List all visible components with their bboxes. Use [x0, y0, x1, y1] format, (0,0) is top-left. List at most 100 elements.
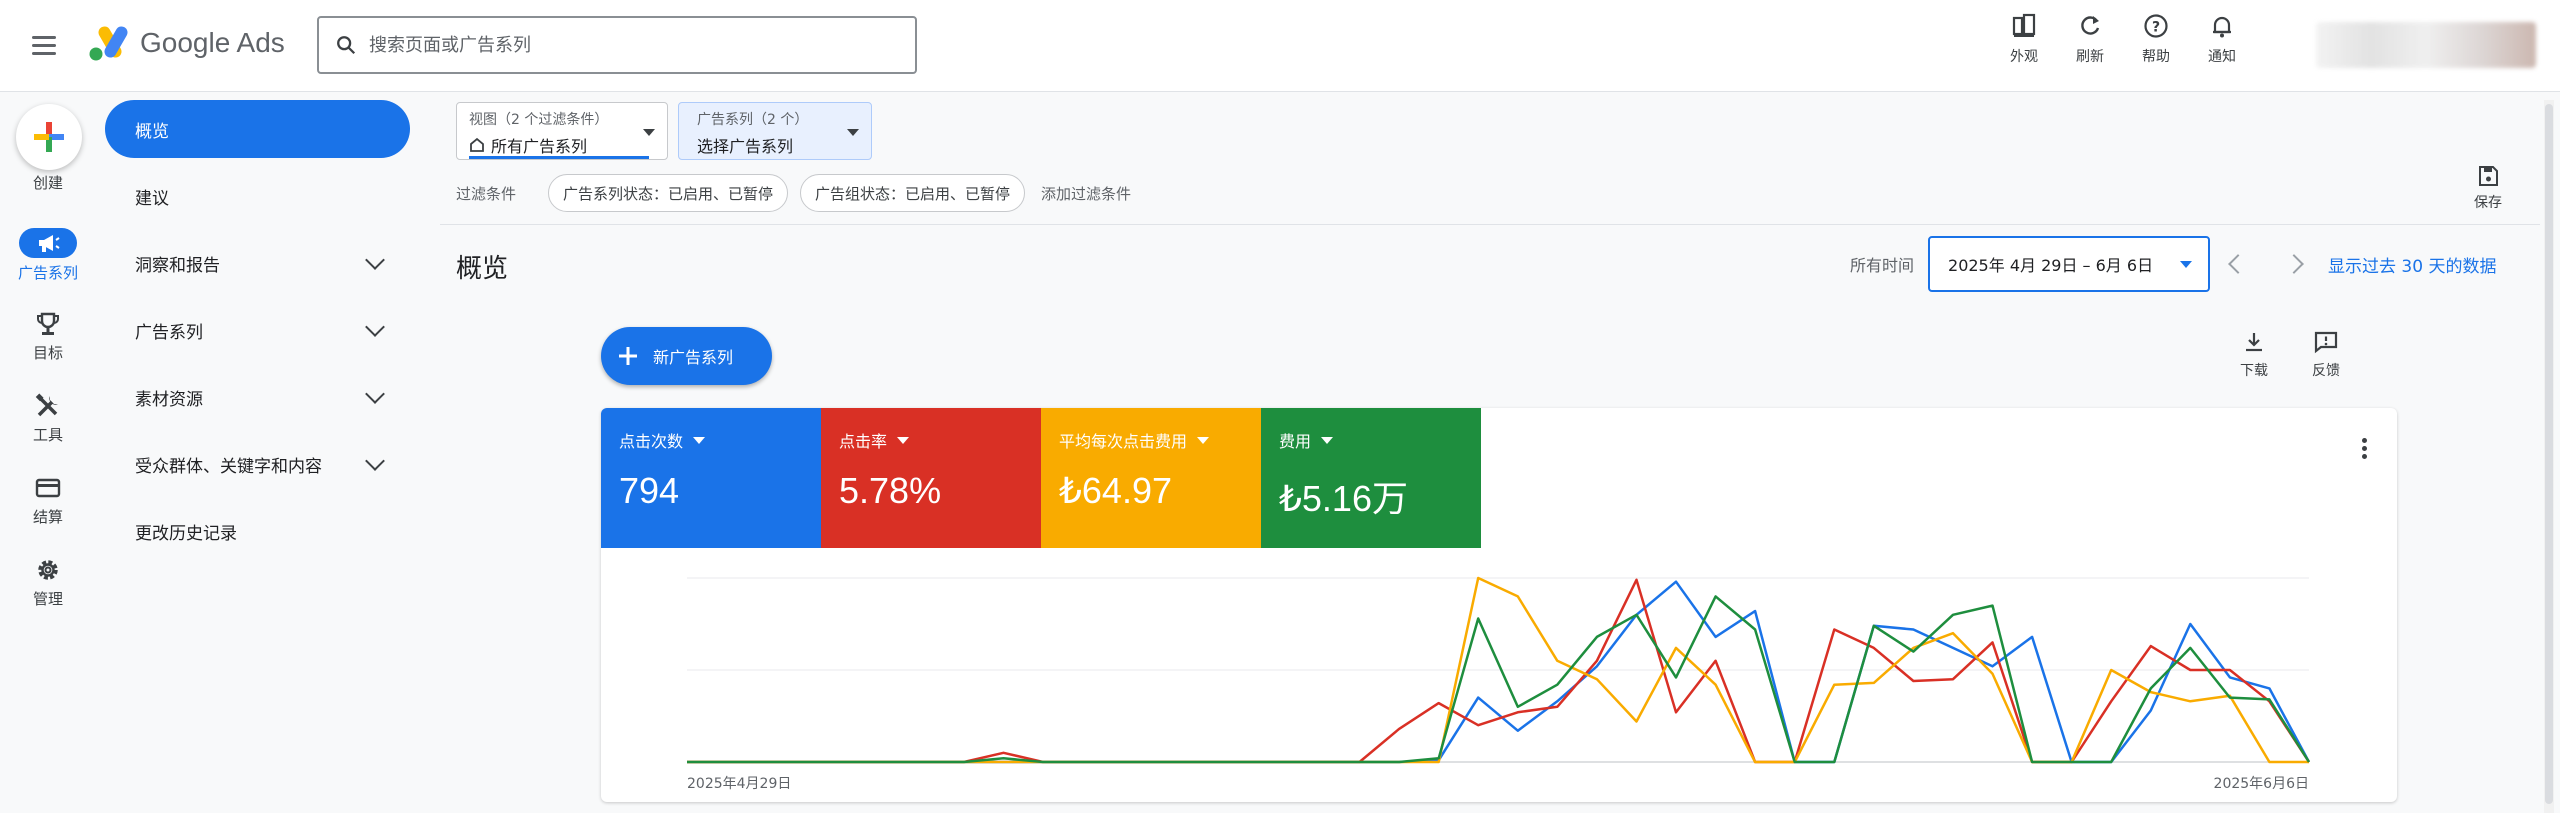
create-button[interactable]: [16, 104, 82, 170]
overview-performance-card: 点击次数 794 点击率 5.78% 平均每次点击费用 ₺64.97 费用 ₺5…: [601, 408, 2397, 802]
google-ads-logo[interactable]: Google Ads: [88, 24, 285, 62]
metric-tile-ctr[interactable]: 点击率 5.78%: [821, 408, 1041, 548]
nav-item-label: 受众群体、关键字和内容: [135, 456, 322, 477]
bell-icon: [2213, 16, 2231, 38]
plus-icon: [34, 122, 64, 152]
campaign-caption: 广告系列（2 个）: [697, 112, 809, 128]
rail-item-admin[interactable]: 管理: [0, 556, 96, 609]
view-selector[interactable]: 视图（2 个过滤条件） 所有广告系列: [456, 102, 668, 160]
nav-item-campaigns[interactable]: 广告系列: [105, 301, 410, 359]
gear-icon: [38, 560, 58, 580]
scrollbar-thumb[interactable]: [2545, 104, 2553, 804]
view-underline: [469, 156, 649, 159]
refresh-button[interactable]: 刷新: [2066, 12, 2114, 66]
save-icon: [2479, 166, 2498, 186]
hamburger-menu-icon[interactable]: [32, 30, 62, 60]
filter-chip-campaign-status[interactable]: 广告系列状态：已启用、已暂停: [548, 174, 789, 212]
appearance-label: 外观: [2010, 49, 2038, 65]
page-scrollbar[interactable]: [2544, 100, 2554, 813]
appearance-icon: [2012, 13, 2036, 37]
metric-tile-avg-cpc[interactable]: 平均每次点击费用 ₺64.97: [1041, 408, 1261, 548]
chart-series-line-3: [687, 595, 2311, 764]
chart-series-line-1: [687, 578, 2311, 764]
left-rail: 创建 广告系列 目标 工具 结算 管理: [0, 92, 96, 813]
rail-campaigns-label: 广告系列: [17, 264, 78, 282]
filter-chips-row: 过滤条件 广告系列状态：已启用、已暂停 广告组状态：已启用、已暂停 添加过滤条件: [456, 174, 1131, 212]
chevron-down-icon: [365, 250, 385, 270]
metric-value: ₺64.97: [1059, 470, 1172, 511]
help-button[interactable]: ? 帮助: [2132, 12, 2180, 66]
metric-name: 点击率: [839, 432, 888, 451]
help-icon: ?: [2144, 14, 2168, 38]
appearance-button[interactable]: 外观: [2000, 12, 2048, 66]
notifications-button[interactable]: 通知: [2198, 12, 2246, 66]
chevron-left-icon: [2228, 254, 2248, 274]
side-nav: 概览 建议 洞察和报告 广告系列 素材资源 受众群体、关键字和内容 更改历史记录: [105, 100, 410, 569]
nav-item-assets[interactable]: 素材资源: [105, 368, 410, 426]
feedback-icon: [2314, 331, 2338, 354]
dropdown-arrow-icon: [897, 436, 910, 444]
nav-item-label: 洞察和报告: [135, 255, 220, 276]
notifications-label: 通知: [2208, 49, 2236, 65]
prev-date-button[interactable]: [2210, 254, 2266, 274]
rail-admin-label: 管理: [32, 590, 63, 608]
search-input[interactable]: [369, 34, 889, 56]
date-range-value: 2025年 4月 29日 – 6月 6日: [1948, 256, 2154, 275]
chevron-down-icon: [365, 384, 385, 404]
show-last-30-days-link[interactable]: 显示过去 30 天的数据: [2328, 252, 2496, 277]
add-filter-link[interactable]: 添加过滤条件: [1041, 183, 1131, 204]
nav-item-label: 素材资源: [135, 389, 203, 410]
rail-item-campaigns[interactable]: 广告系列: [0, 228, 96, 283]
campaign-selector[interactable]: 广告系列（2 个） 选择广告系列: [678, 102, 872, 160]
nav-item-insights-reports[interactable]: 洞察和报告: [105, 234, 410, 292]
home-icon: [470, 137, 484, 152]
billing-icon: [35, 478, 61, 498]
metric-name: 点击次数: [619, 432, 684, 451]
dropdown-arrow-icon: [847, 129, 859, 136]
metric-tile-cost[interactable]: 费用 ₺5.16万: [1261, 408, 1481, 548]
nav-item-label: 概览: [135, 121, 169, 142]
help-label: 帮助: [2142, 49, 2170, 65]
next-date-button[interactable]: [2266, 254, 2322, 274]
feedback-button[interactable]: 反馈: [2312, 330, 2340, 380]
page-title: 概览: [456, 254, 509, 284]
dropdown-arrow-icon: [643, 129, 655, 136]
filter-chip-adgroup-status[interactable]: 广告组状态：已启用、已暂停: [800, 174, 1026, 212]
view-value: 所有广告系列: [491, 137, 588, 156]
metric-name-row: 点击次数: [619, 428, 803, 452]
download-button[interactable]: 下载: [2240, 330, 2268, 380]
rail-item-billing[interactable]: 结算: [0, 474, 96, 527]
save-button[interactable]: 保存: [2474, 164, 2502, 212]
plus-icon: [619, 347, 637, 365]
rail-billing-label: 结算: [32, 508, 63, 526]
search-box[interactable]: [317, 16, 917, 74]
nav-item-change-history[interactable]: 更改历史记录: [105, 502, 410, 560]
dropdown-arrow-icon: [1321, 436, 1334, 444]
megaphone-icon: [39, 235, 60, 252]
nav-item-audiences-keywords-content[interactable]: 受众群体、关键字和内容: [105, 435, 410, 493]
chart-series-line-0: [687, 580, 2311, 764]
dropdown-arrow-icon: [693, 436, 706, 444]
metric-name-row: 点击率: [839, 428, 1023, 452]
metric-value: 5.78%: [839, 470, 942, 511]
tools-icon: [35, 393, 58, 417]
rail-create-label-wrap: 创建: [0, 172, 96, 193]
nav-item-overview[interactable]: 概览: [105, 100, 410, 158]
view-value-row: 所有广告系列: [469, 133, 655, 157]
metric-tile-clicks[interactable]: 点击次数 794: [601, 408, 821, 548]
nav-item-label: 建议: [135, 188, 169, 209]
rail-item-goals[interactable]: 目标: [0, 310, 96, 363]
date-caption: 所有时间: [1850, 256, 1915, 275]
date-range-picker[interactable]: 2025年 4月 29日 – 6月 6日: [1928, 236, 2211, 292]
chevron-right-icon: [2284, 254, 2304, 274]
account-avatar-blurred[interactable]: [2316, 22, 2536, 68]
google-ads-logo-icon: [89, 26, 128, 61]
nav-item-label: 广告系列: [135, 322, 203, 343]
nav-item-recommendations[interactable]: 建议: [105, 167, 410, 225]
rail-item-tools[interactable]: 工具: [0, 392, 96, 445]
new-campaign-button[interactable]: 新广告系列: [601, 327, 772, 385]
metric-name: 费用: [1279, 432, 1312, 451]
more-options-icon[interactable]: [2362, 438, 2367, 459]
line-chart: 2025年4月29日 2025年6月6日: [687, 576, 2311, 792]
logo-text: Google Ads: [140, 27, 285, 58]
